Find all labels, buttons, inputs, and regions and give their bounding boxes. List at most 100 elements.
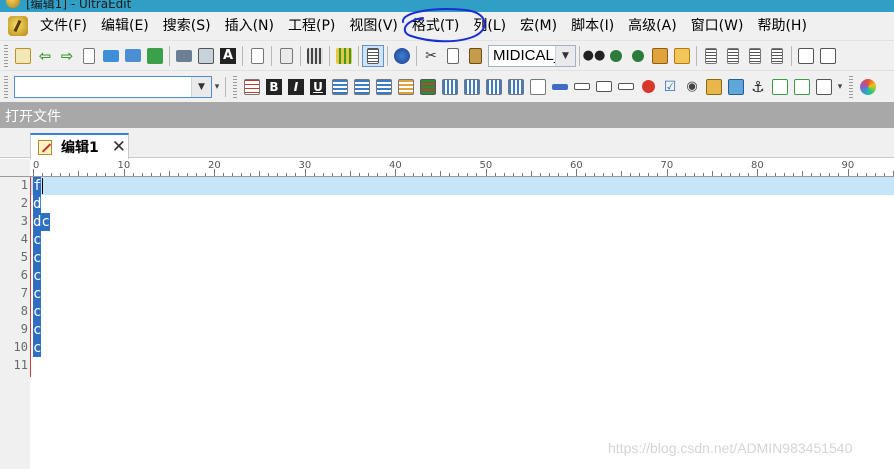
chevron-down-icon[interactable]: ▼	[555, 45, 575, 66]
anchor-button[interactable]: ⚓	[747, 76, 769, 98]
radio-button[interactable]: ◉	[681, 76, 703, 98]
toolbar-overflow-icon[interactable]: ▾	[835, 82, 845, 92]
toolbar-grip[interactable]	[4, 44, 8, 67]
textarea-button[interactable]	[593, 76, 615, 98]
find-in-files-button[interactable]	[671, 45, 693, 67]
code-line[interactable]: c	[33, 339, 42, 357]
paste-button[interactable]	[464, 45, 486, 67]
code-line[interactable]: c	[33, 285, 42, 303]
menu-macro[interactable]: 宏(M)	[514, 12, 565, 40]
menu-window[interactable]: 窗口(W)	[685, 12, 752, 40]
menu-project[interactable]: 工程(P)	[282, 12, 343, 40]
list-button-3[interactable]	[373, 76, 395, 98]
font-button[interactable]: A	[217, 45, 239, 67]
italic-button[interactable]: I	[285, 76, 307, 98]
copy-button[interactable]	[442, 45, 464, 67]
save-all-button[interactable]	[144, 45, 166, 67]
replace-button[interactable]	[649, 45, 671, 67]
green-bars-button[interactable]	[417, 76, 439, 98]
calculator-button[interactable]	[304, 45, 326, 67]
print-preview-button[interactable]	[195, 45, 217, 67]
justify-button[interactable]	[766, 45, 788, 67]
toolbar-overflow-icon[interactable]: ▾	[212, 82, 222, 92]
align-center-button[interactable]	[722, 45, 744, 67]
image-button-1[interactable]	[703, 76, 725, 98]
code-line[interactable]: c	[33, 249, 42, 267]
ruler-tick	[259, 171, 261, 176]
column-mode-button[interactable]	[333, 45, 355, 67]
code-line[interactable]: f	[33, 177, 42, 195]
input-box-button[interactable]	[549, 76, 571, 98]
print-button[interactable]	[173, 45, 195, 67]
check-link-button[interactable]	[791, 76, 813, 98]
save-all-icon	[147, 47, 163, 64]
grid-button-4[interactable]	[505, 76, 527, 98]
list-button-1[interactable]	[329, 76, 351, 98]
color-picker-button[interactable]	[857, 76, 879, 98]
app-menu-icon[interactable]	[8, 16, 28, 36]
cut-button[interactable]: ✂	[420, 45, 442, 67]
window-button[interactable]	[817, 45, 839, 67]
blank-page-button[interactable]	[78, 45, 100, 67]
find-next-button[interactable]	[627, 45, 649, 67]
toolbar-grip[interactable]	[849, 75, 853, 98]
font-select[interactable]: MIDICAL_ ▼	[488, 44, 576, 67]
label-button[interactable]	[571, 76, 593, 98]
list-button-2[interactable]	[351, 76, 373, 98]
document-button[interactable]	[246, 45, 268, 67]
menu-format[interactable]: 格式(T)	[406, 12, 467, 40]
text-view-button[interactable]	[362, 44, 384, 67]
code-line[interactable]: c	[33, 303, 42, 321]
bold-button[interactable]: B	[263, 76, 285, 98]
chevron-down-icon[interactable]: ▼	[191, 76, 211, 97]
open-file-bar[interactable]: 打开文件	[0, 102, 894, 128]
web-browser-button[interactable]	[391, 45, 413, 67]
field-button[interactable]	[615, 76, 637, 98]
save-button[interactable]	[122, 45, 144, 67]
link-button[interactable]	[769, 76, 791, 98]
menu-script[interactable]: 脚本(I)	[565, 12, 622, 40]
tab-edit1[interactable]: 编辑1 ✕	[30, 133, 129, 159]
menu-search[interactable]: 搜索(S)	[157, 12, 219, 40]
code-line[interactable]: d	[33, 195, 42, 213]
image-button-2[interactable]	[725, 76, 747, 98]
find-button[interactable]: ●●	[583, 45, 606, 67]
back-button[interactable]: ⇦	[34, 45, 56, 67]
open-button[interactable]	[100, 45, 122, 67]
grid-button-3[interactable]	[483, 76, 505, 98]
menu-help[interactable]: 帮助(H)	[751, 12, 814, 40]
split-view-button[interactable]	[795, 45, 817, 67]
underline-button[interactable]: U	[307, 76, 329, 98]
menu-edit[interactable]: 编辑(E)	[95, 12, 157, 40]
grid-button-1[interactable]	[439, 76, 461, 98]
checkbox-button[interactable]: ☑	[659, 76, 681, 98]
new-file-button[interactable]	[12, 45, 34, 67]
code-line[interactable]: dc	[33, 213, 50, 231]
forward-button[interactable]: ⇨	[56, 45, 78, 67]
close-icon[interactable]: ✕	[112, 138, 126, 156]
align-right-button[interactable]	[744, 45, 766, 67]
code-line[interactable]: c	[33, 267, 42, 285]
search-combo-value[interactable]	[15, 77, 191, 97]
properties-button[interactable]	[275, 45, 297, 67]
table-button[interactable]	[241, 76, 263, 98]
checkbox-icon: ☑	[663, 78, 677, 95]
menu-advanced[interactable]: 高级(A)	[622, 12, 685, 40]
grid-button-2[interactable]	[461, 76, 483, 98]
code-line[interactable]: c	[33, 321, 42, 339]
align-left-button[interactable]	[700, 45, 722, 67]
menu-column[interactable]: 列(L)	[467, 12, 514, 40]
menu-view[interactable]: 视图(V)	[343, 12, 406, 40]
toolbar-grip[interactable]	[4, 75, 8, 98]
menu-file[interactable]: 文件(F)	[34, 12, 95, 40]
code-line[interactable]: c	[33, 231, 42, 249]
menu-insert[interactable]: 插入(N)	[219, 12, 282, 40]
form-button[interactable]	[527, 76, 549, 98]
toolbar-grip[interactable]	[233, 75, 237, 98]
more-button[interactable]	[813, 76, 835, 98]
color-button[interactable]	[395, 76, 417, 98]
no-entry-button[interactable]	[637, 76, 659, 98]
find-prev-button[interactable]	[605, 45, 627, 67]
editor-area[interactable]: f d dc c c c c c c c	[31, 177, 894, 469]
search-combo[interactable]: ▼	[14, 75, 212, 98]
